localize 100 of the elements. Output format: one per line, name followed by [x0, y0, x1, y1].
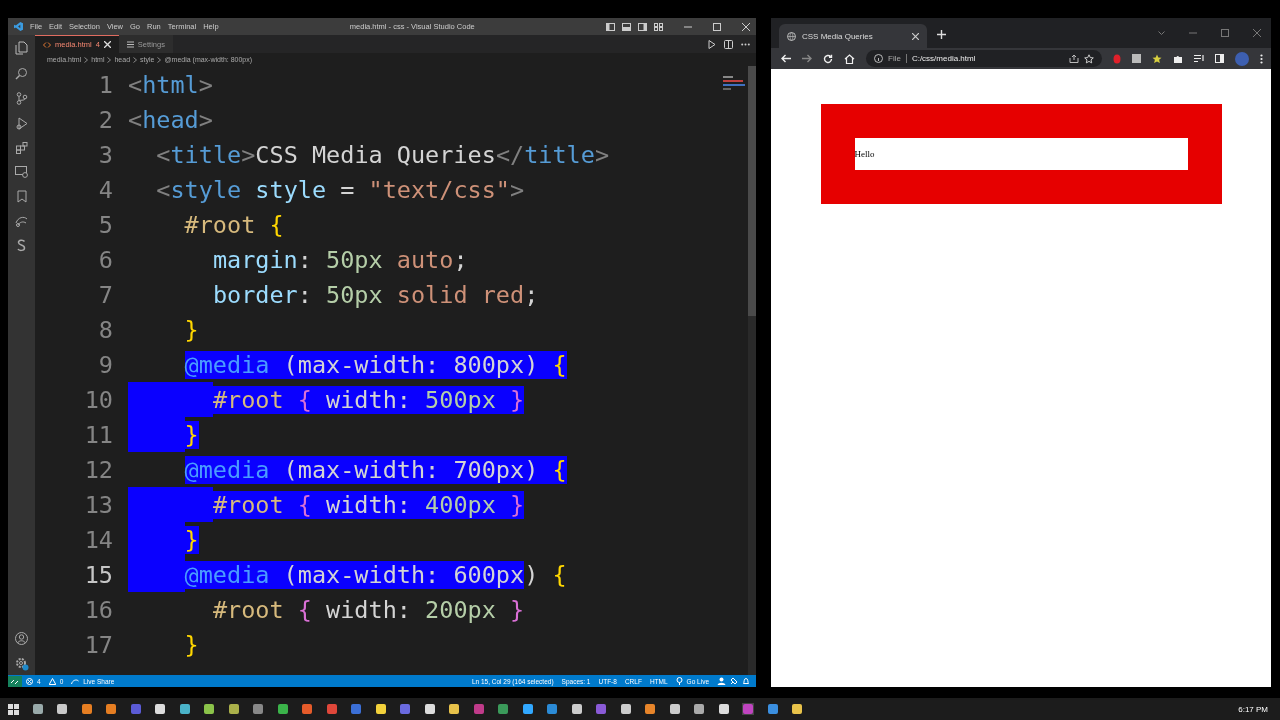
broadcast-icon[interactable] [675, 677, 683, 685]
app-icon[interactable] [448, 703, 460, 715]
html-file-icon [43, 41, 51, 48]
line-number: 1 [97, 70, 114, 99]
chevron-icon [157, 56, 162, 63]
dropdown-icon[interactable] [1158, 30, 1165, 36]
home-icon[interactable] [844, 53, 855, 64]
forward-icon[interactable] [802, 54, 812, 63]
source-control-icon[interactable] [15, 92, 28, 105]
line-number: 16 [83, 595, 114, 624]
maximize-icon[interactable] [1221, 29, 1229, 37]
app-icon[interactable] [766, 703, 779, 715]
code-line: border: 50px solid red; [212, 280, 539, 309]
files-icon[interactable] [15, 41, 28, 55]
close-icon[interactable] [912, 32, 919, 40]
maximize-icon[interactable] [713, 22, 721, 31]
chevron-icon [84, 56, 89, 63]
minimap [723, 76, 745, 90]
app-icon[interactable] [154, 703, 166, 715]
clock: 6:17 PM [1238, 704, 1268, 714]
page-text: Hello [854, 148, 876, 161]
app-icon[interactable] [619, 703, 632, 715]
app-icon[interactable] [276, 703, 289, 715]
star-icon[interactable] [1152, 53, 1162, 64]
back-icon[interactable] [781, 54, 791, 63]
panel-icon[interactable] [622, 22, 631, 31]
person-icon[interactable] [717, 677, 726, 685]
star-icon[interactable] [1084, 53, 1094, 64]
layout-icon[interactable] [606, 22, 615, 31]
code-line: @media (max-width: 800px) { [184, 350, 567, 379]
line-number: 7 [97, 280, 114, 309]
code-line: <html> [128, 70, 213, 99]
code-line: } [184, 315, 199, 344]
grid-icon[interactable] [654, 22, 663, 31]
app-icon[interactable] [423, 703, 436, 715]
extension-icon[interactable] [1113, 53, 1121, 64]
app-icon[interactable] [791, 703, 803, 715]
bell-icon[interactable] [742, 677, 750, 685]
code-line: @media (max-width: 600px) { [184, 560, 567, 589]
account-icon[interactable] [15, 632, 28, 645]
side-panel-icon[interactable] [1215, 54, 1224, 63]
code-line: <head> [128, 105, 213, 134]
settings-icon[interactable] [14, 657, 29, 671]
share-icon[interactable] [1069, 54, 1079, 63]
line-number: 17 [83, 630, 114, 659]
app-icon[interactable] [80, 703, 93, 715]
chevron-icon [133, 56, 138, 63]
close-icon[interactable] [742, 22, 750, 31]
playlist-icon[interactable] [1194, 54, 1204, 63]
start-icon[interactable] [8, 703, 19, 715]
more-icon[interactable] [741, 42, 750, 46]
menu-icon[interactable] [1260, 53, 1263, 64]
info-icon [874, 54, 883, 63]
editor-logo-icon [14, 22, 23, 31]
extensions-icon[interactable] [15, 142, 28, 154]
code-line: #root { width: 400px } [212, 490, 525, 519]
search-icon[interactable] [15, 67, 28, 80]
app-icon[interactable] [693, 703, 705, 715]
line-number: 4 [97, 175, 114, 204]
line-number: 9 [97, 350, 114, 379]
error-icon[interactable] [26, 677, 33, 685]
live-share-icon[interactable] [15, 215, 28, 227]
app-icon[interactable] [668, 703, 681, 715]
app-icon[interactable] [227, 703, 240, 715]
remote-icon[interactable] [8, 675, 22, 687]
app-icon[interactable] [374, 703, 387, 715]
new-tab-icon[interactable] [937, 29, 946, 39]
warning-icon[interactable] [48, 677, 56, 685]
url-text: C:/css/media.html [911, 54, 976, 63]
code-line: #root { width: 200px } [212, 595, 525, 624]
split-editor-icon[interactable] [724, 39, 733, 49]
app-icon[interactable] [570, 703, 583, 715]
code-line: <style style = "text/css"> [156, 175, 525, 204]
browser-tab[interactable]: CSS Media Queries [779, 24, 927, 48]
scrollbar[interactable] [748, 66, 756, 675]
line-number: 8 [97, 315, 114, 344]
code-line: #root { width: 500px } [212, 385, 525, 414]
app-icon[interactable] [203, 703, 215, 715]
run-icon[interactable] [708, 39, 716, 49]
sidebar-icon[interactable] [638, 22, 647, 31]
puzzle-icon[interactable] [1173, 53, 1183, 64]
app-icon[interactable] [56, 703, 68, 715]
address-bar[interactable]: File C:/css/media.html [866, 50, 1102, 67]
app-icon[interactable] [521, 703, 534, 715]
app-icon[interactable] [31, 703, 44, 715]
monitor-icon[interactable] [15, 166, 28, 178]
app-icon[interactable] [178, 703, 191, 715]
settings-file-icon [126, 40, 134, 48]
live-share-icon[interactable] [71, 677, 80, 685]
run-debug-icon[interactable] [15, 117, 28, 130]
app-icon[interactable] [717, 703, 730, 715]
code-line: margin: 50px auto; [212, 245, 468, 274]
code-line: } [184, 630, 199, 659]
line-number: 5 [97, 210, 114, 239]
app-icon[interactable] [644, 703, 656, 715]
bookmark-icon[interactable] [16, 190, 27, 203]
reload-icon[interactable] [823, 53, 833, 64]
app-icon[interactable] [105, 703, 117, 715]
s-letter-icon[interactable] [17, 239, 26, 252]
feedback-icon[interactable] [730, 677, 738, 685]
